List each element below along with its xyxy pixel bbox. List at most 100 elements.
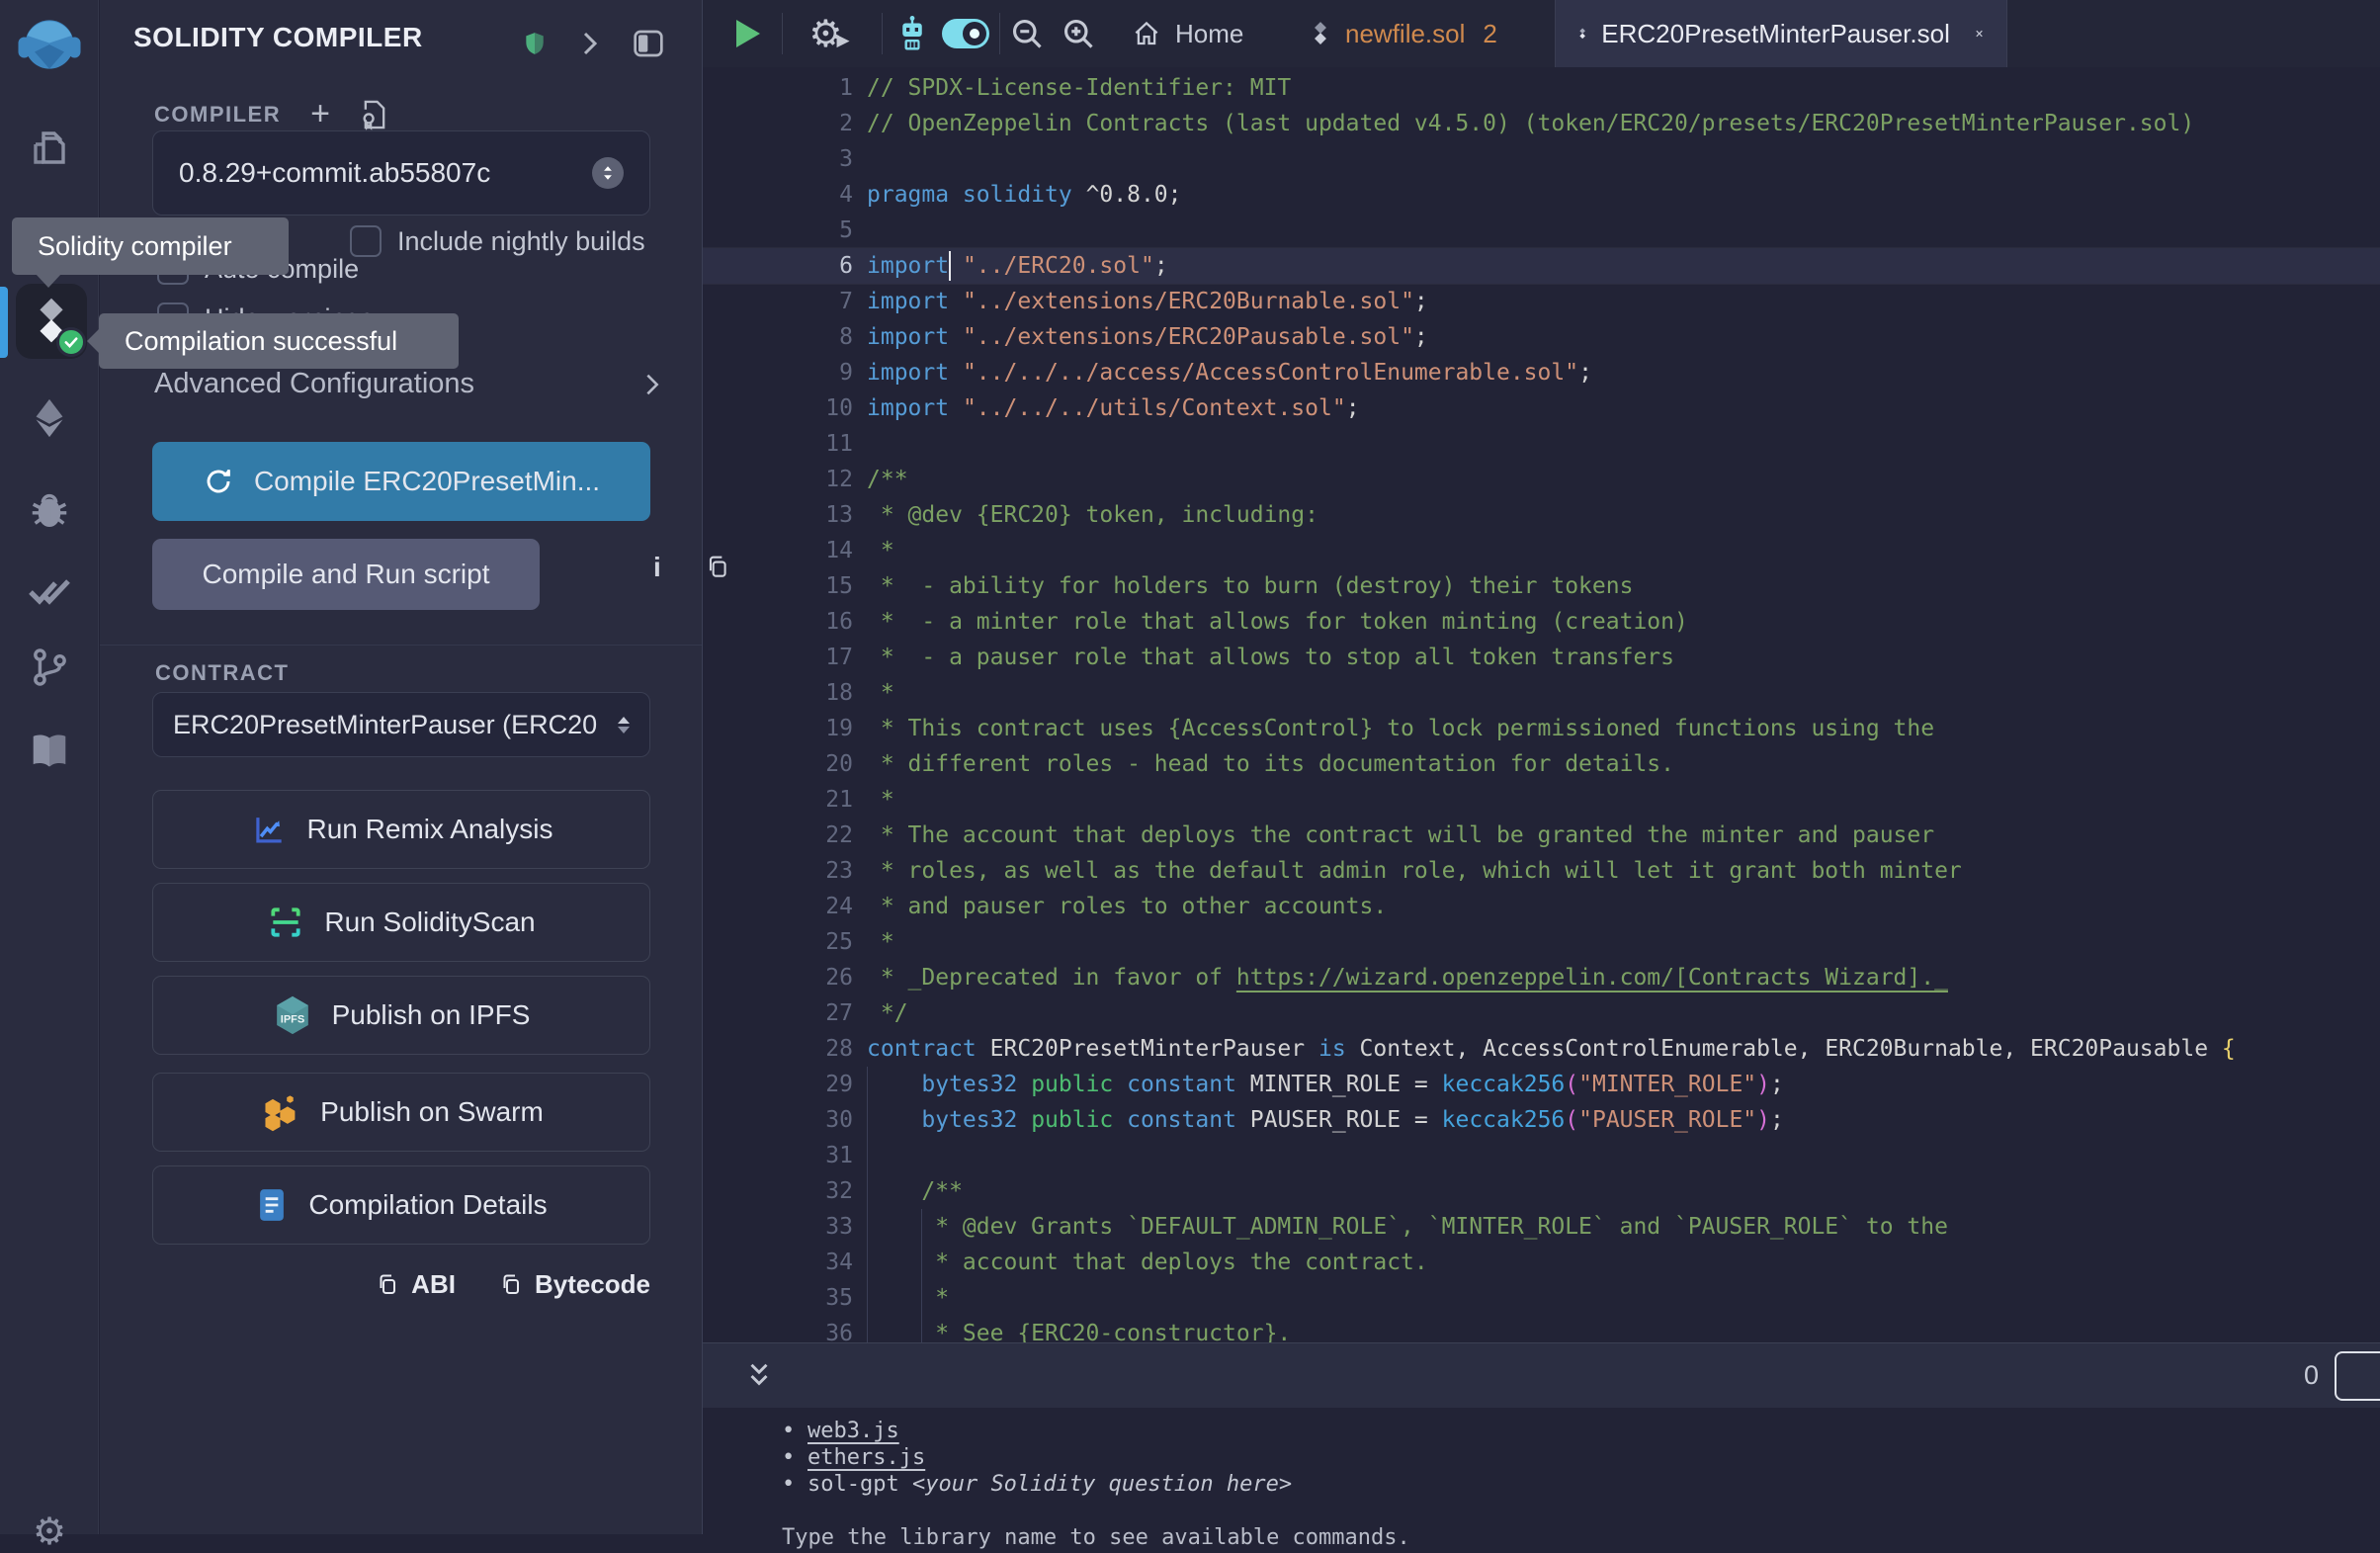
include-nightly-label[interactable]: Include nightly builds (397, 226, 645, 257)
file-explorer-icon[interactable] (0, 127, 99, 174)
line-number[interactable]: 10 (703, 390, 867, 426)
code-line[interactable]: 31 (703, 1138, 2380, 1173)
code-line[interactable]: 1// SPDX-License-Identifier: MIT (703, 70, 2380, 106)
line-number[interactable]: 17 (703, 640, 867, 675)
line-number[interactable]: 36 (703, 1316, 867, 1342)
line-number[interactable]: 7 (703, 284, 867, 319)
code-line[interactable]: 12/** (703, 462, 2380, 497)
contract-select[interactable]: ERC20PresetMinterPauser (ERC20 (152, 692, 650, 757)
close-icon[interactable] (1974, 21, 1985, 46)
settings-icon[interactable]: ⚙ (0, 1514, 99, 1550)
code-line[interactable]: 13 * @dev {ERC20} token, including: (703, 497, 2380, 533)
line-number[interactable]: 25 (703, 924, 867, 960)
copy-abi-button[interactable]: ABI (376, 1269, 456, 1300)
code-line[interactable]: 20 * different roles - head to its docum… (703, 746, 2380, 782)
compilation-details-button[interactable]: Compilation Details (152, 1165, 650, 1245)
compiler-version-select[interactable]: 0.8.29+commit.ab55807c (152, 130, 650, 216)
code-line[interactable]: 4pragma solidity ^0.8.0; (703, 177, 2380, 213)
code-line[interactable]: 19 * This contract uses {AccessControl} … (703, 711, 2380, 746)
code-line[interactable]: 2// OpenZeppelin Contracts (last updated… (703, 106, 2380, 141)
line-number[interactable]: 18 (703, 675, 867, 711)
copy-bytecode-button[interactable]: Bytecode (499, 1269, 650, 1300)
line-number[interactable]: 1 (703, 70, 867, 106)
run-solidityscan-button[interactable]: Run SolidityScan (152, 883, 650, 962)
chevron-right-icon[interactable] (579, 29, 601, 58)
line-number[interactable]: 26 (703, 960, 867, 995)
line-number[interactable]: 28 (703, 1031, 867, 1067)
line-number[interactable]: 20 (703, 746, 867, 782)
code-line[interactable]: 36 * See {ERC20-constructor}. (703, 1316, 2380, 1342)
code-line[interactable]: 28contract ERC20PresetMinterPauser is Co… (703, 1031, 2380, 1067)
code-line[interactable]: 6import "../ERC20.sol"; (703, 248, 2380, 284)
compile-and-run-button[interactable]: Compile and Run script (152, 539, 540, 610)
sidebar-item-docs[interactable] (0, 728, 99, 773)
ai-toggle[interactable] (940, 0, 991, 67)
line-number[interactable]: 11 (703, 426, 867, 462)
tab-newfile[interactable]: newfile.sol 2 (1288, 0, 1519, 67)
code-line[interactable]: 16 * - a minter role that allows for tok… (703, 604, 2380, 640)
compile-settings-button[interactable]: ⚙ ▶ (802, 0, 857, 67)
line-number[interactable]: 9 (703, 355, 867, 390)
advanced-configurations-toggle[interactable]: Advanced Configurations (154, 368, 662, 400)
line-number[interactable]: 12 (703, 462, 867, 497)
ai-copilot-button[interactable] (891, 0, 934, 67)
code-line[interactable]: 26 * _Deprecated in favor of https://wiz… (703, 960, 2380, 995)
line-number[interactable]: 22 (703, 818, 867, 853)
line-number[interactable]: 32 (703, 1173, 867, 1209)
code-line[interactable]: 25 * (703, 924, 2380, 960)
code-line[interactable]: 18 * (703, 675, 2380, 711)
line-number[interactable]: 23 (703, 853, 867, 889)
code-line[interactable]: 29 bytes32 public constant MINTER_ROLE =… (703, 1067, 2380, 1102)
terminal-search-input[interactable] (2335, 1351, 2380, 1401)
line-number[interactable]: 24 (703, 889, 867, 924)
code-line[interactable]: 3 (703, 141, 2380, 177)
run-remix-analysis-button[interactable]: Run Remix Analysis (152, 790, 650, 869)
code-line[interactable]: 34 * account that deploys the contract. (703, 1245, 2380, 1280)
code-line[interactable]: 10import "../../../utils/Context.sol"; (703, 390, 2380, 426)
publish-ipfs-button[interactable]: IPFS Publish on IPFS (152, 976, 650, 1055)
pin-panel-icon[interactable] (633, 29, 664, 58)
code-line[interactable]: 23 * roles, as well as the default admin… (703, 853, 2380, 889)
code-line[interactable]: 14 * (703, 533, 2380, 568)
add-compiler-icon[interactable]: + (310, 95, 330, 133)
sidebar-item-unit-testing[interactable] (0, 567, 99, 615)
code-line[interactable]: 35 * (703, 1280, 2380, 1316)
code-line[interactable]: 22 * The account that deploys the contra… (703, 818, 2380, 853)
sidebar-item-debugger[interactable] (0, 486, 99, 532)
line-number[interactable]: 4 (703, 177, 867, 213)
code-line[interactable]: 21 * (703, 782, 2380, 818)
code-line[interactable]: 27 */ (703, 995, 2380, 1031)
code-line[interactable]: 5 (703, 213, 2380, 248)
code-line[interactable]: 9import "../../../access/AccessControlEn… (703, 355, 2380, 390)
sidebar-item-deploy-run[interactable] (0, 395, 99, 441)
line-number[interactable]: 5 (703, 213, 867, 248)
line-number[interactable]: 19 (703, 711, 867, 746)
line-number[interactable]: 31 (703, 1138, 867, 1173)
zoom-in-icon[interactable] (1057, 0, 1100, 67)
code-line[interactable]: 17 * - a pauser role that allows to stop… (703, 640, 2380, 675)
info-icon[interactable]: i (653, 552, 661, 583)
terminal-link[interactable]: web3.js (808, 1419, 899, 1443)
line-number[interactable]: 21 (703, 782, 867, 818)
zoom-out-icon[interactable] (1005, 0, 1049, 67)
line-number[interactable]: 34 (703, 1245, 867, 1280)
tab-home[interactable]: Home (1110, 0, 1265, 67)
code-line[interactable]: 11 (703, 426, 2380, 462)
code-line[interactable]: 33 * @dev Grants `DEFAULT_ADMIN_ROLE`, `… (703, 1209, 2380, 1245)
publish-swarm-button[interactable]: Publish on Swarm (152, 1073, 650, 1152)
terminal-link[interactable]: ethers.js (808, 1445, 925, 1470)
sidebar-item-git[interactable] (0, 645, 99, 690)
line-number[interactable]: 3 (703, 141, 867, 177)
expand-terminal-icon[interactable] (744, 1359, 774, 1393)
line-number[interactable]: 29 (703, 1067, 867, 1102)
code-line[interactable]: 7import "../extensions/ERC20Burnable.sol… (703, 284, 2380, 319)
code-line[interactable]: 8import "../extensions/ERC20Pausable.sol… (703, 319, 2380, 355)
line-number[interactable]: 33 (703, 1209, 867, 1245)
line-number[interactable]: 6 (703, 248, 867, 284)
line-number[interactable]: 35 (703, 1280, 867, 1316)
line-number[interactable]: 27 (703, 995, 867, 1031)
line-number[interactable]: 13 (703, 497, 867, 533)
line-number[interactable]: 30 (703, 1102, 867, 1138)
code-line[interactable]: 30 bytes32 public constant PAUSER_ROLE =… (703, 1102, 2380, 1138)
remix-logo[interactable] (0, 12, 99, 83)
